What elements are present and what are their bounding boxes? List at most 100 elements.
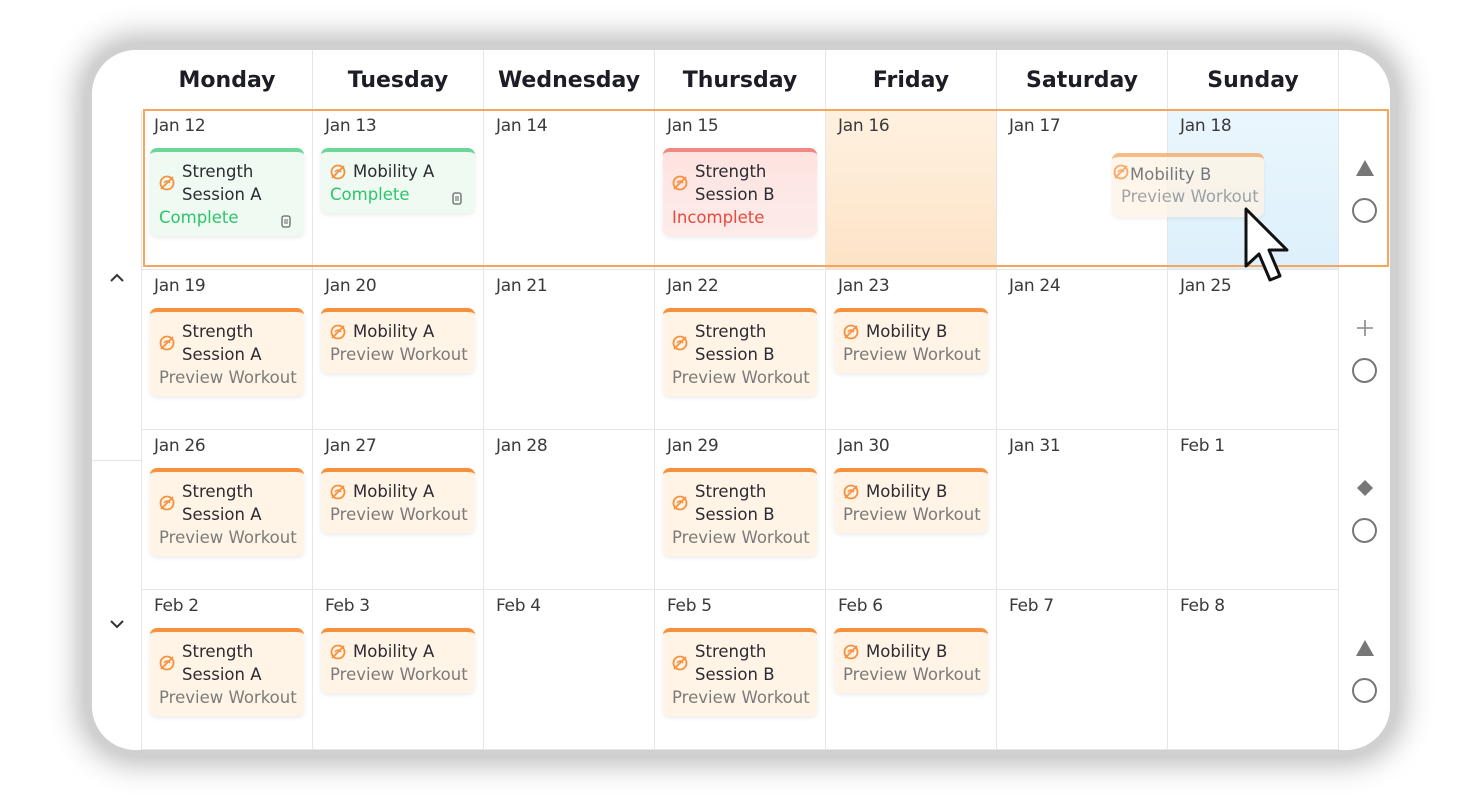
workout-icon [840, 641, 862, 663]
day-cell[interactable]: Feb 4 [484, 590, 655, 750]
day-cell[interactable]: Jan 30 Mobility B Preview Workout [826, 430, 997, 590]
week-marker-2[interactable] [1340, 270, 1390, 430]
day-cell[interactable]: Jan 16 [826, 110, 997, 270]
day-cell[interactable]: Jan 19 Strength Session A Preview Workout [142, 270, 313, 430]
day-cell[interactable]: Jan 29 Strength Session B Preview Workout [655, 430, 826, 590]
day-cell[interactable]: Feb 8 [1168, 590, 1339, 750]
trash-icon[interactable] [451, 190, 463, 205]
workout-card[interactable]: Strength Session B Preview Workout [663, 308, 817, 396]
workout-card[interactable]: Strength Session A Complete [150, 148, 304, 236]
workout-card[interactable]: Mobility A Preview Workout [321, 628, 475, 693]
day-cell[interactable]: Jan 26 Strength Session A Preview Workout [142, 430, 313, 590]
date-label: Jan 24 [1009, 276, 1061, 296]
date-label: Jan 15 [667, 116, 719, 136]
day-cell[interactable]: Feb 7 [997, 590, 1168, 750]
plus-icon [1353, 316, 1377, 340]
workout-title: Mobility A [353, 482, 435, 501]
day-cell[interactable]: Feb 2 Strength Session A Preview Workout [142, 590, 313, 750]
workout-icon [156, 172, 178, 194]
workout-status[interactable]: Preview Workout [150, 526, 304, 549]
workout-status[interactable]: Preview Workout [834, 503, 988, 526]
workout-icon [327, 321, 349, 343]
week-marker-4[interactable] [1340, 590, 1390, 750]
workout-title: Strength Session A [182, 322, 262, 364]
day-cell[interactable]: Jan 24 [997, 270, 1168, 430]
workout-status[interactable]: Preview Workout [150, 366, 304, 389]
date-label: Jan 28 [496, 436, 548, 456]
workout-title: Mobility B [866, 482, 948, 501]
workout-card[interactable]: Strength Session A Preview Workout [150, 628, 304, 716]
workout-icon [840, 481, 862, 503]
workout-card[interactable]: Mobility A Preview Workout [321, 468, 475, 533]
chevron-down-icon[interactable] [105, 612, 129, 636]
circle-toggle[interactable] [1352, 358, 1377, 383]
workout-card[interactable]: Mobility A Complete [321, 148, 475, 213]
day-header-saturday: Saturday [997, 50, 1168, 110]
week-nav-column [92, 110, 142, 750]
workout-status[interactable]: Preview Workout [834, 663, 988, 686]
date-label: Jan 25 [1180, 276, 1232, 296]
date-label: Feb 5 [667, 596, 712, 616]
day-cell[interactable]: Jan 15 Strength Session B Incomplete [655, 110, 826, 270]
day-cell[interactable]: Jan 20 Mobility A Preview Workout [313, 270, 484, 430]
day-cell[interactable]: Feb 3 Mobility A Preview Workout [313, 590, 484, 750]
workout-icon [669, 652, 691, 674]
workout-status[interactable]: Preview Workout [663, 526, 817, 549]
workout-card[interactable]: Mobility B Preview Workout [834, 628, 988, 693]
date-label: Jan 22 [667, 276, 719, 296]
day-header-sunday: Sunday [1168, 50, 1339, 110]
chevron-up-icon[interactable] [105, 266, 129, 290]
date-label: Jan 20 [325, 276, 377, 296]
day-cell[interactable]: Jan 28 [484, 430, 655, 590]
workout-card[interactable]: Mobility B Preview Workout [834, 308, 988, 373]
mouse-cursor-icon [1244, 207, 1289, 282]
circle-toggle[interactable] [1352, 678, 1377, 703]
date-label: Jan 23 [838, 276, 890, 296]
workout-title: Mobility B [866, 322, 948, 341]
week-marker-3[interactable] [1340, 430, 1390, 590]
workout-card[interactable]: Strength Session B Incomplete [663, 148, 817, 236]
day-cell[interactable]: Jan 23 Mobility B Preview Workout [826, 270, 997, 430]
workout-icon [840, 321, 862, 343]
workout-card[interactable]: Strength Session B Preview Workout [663, 468, 817, 556]
date-label: Jan 21 [496, 276, 548, 296]
trash-icon[interactable] [280, 213, 292, 228]
day-header-tuesday: Tuesday [313, 50, 484, 110]
day-header-thursday: Thursday [655, 50, 826, 110]
workout-status[interactable]: Preview Workout [321, 343, 475, 366]
workout-title: Mobility A [353, 642, 435, 661]
workout-card[interactable]: Strength Session A Preview Workout [150, 468, 304, 556]
diamond-icon [1353, 476, 1377, 500]
circle-toggle[interactable] [1352, 518, 1377, 543]
triangle-icon [1353, 636, 1377, 660]
workout-status[interactable]: Preview Workout [663, 366, 817, 389]
workout-card[interactable]: Mobility A Preview Workout [321, 308, 475, 373]
day-cell[interactable]: Jan 31 [997, 430, 1168, 590]
workout-card[interactable]: Strength Session A Preview Workout [150, 308, 304, 396]
drag-ghost-card[interactable]: Mobility B Preview Workout [1112, 153, 1264, 217]
day-cell[interactable]: Jan 13 Mobility A Complete [313, 110, 484, 270]
circle-toggle[interactable] [1352, 198, 1377, 223]
day-cell[interactable]: Jan 22 Strength Session B Preview Workout [655, 270, 826, 430]
day-cell[interactable]: Jan 27 Mobility A Preview Workout [313, 430, 484, 590]
week-marker-1[interactable] [1340, 110, 1390, 270]
workout-card[interactable]: Strength Session B Preview Workout [663, 628, 817, 716]
workout-status[interactable]: Preview Workout [321, 663, 475, 686]
date-label: Jan 27 [325, 436, 377, 456]
day-cell[interactable]: Feb 5 Strength Session B Preview Workout [655, 590, 826, 750]
workout-status[interactable]: Preview Workout [321, 503, 475, 526]
day-cell[interactable]: Jan 12 Strength Session A Complete [142, 110, 313, 270]
workout-status[interactable]: Preview Workout [834, 343, 988, 366]
day-cell[interactable]: Jan 14 [484, 110, 655, 270]
day-cell[interactable]: Feb 1 [1168, 430, 1339, 590]
workout-status[interactable]: Preview Workout [150, 686, 304, 709]
workout-title: Strength Session A [182, 162, 262, 204]
weekday-header: Monday Tuesday Wednesday Thursday Friday… [142, 50, 1340, 110]
week-markers-column [1340, 110, 1390, 750]
workout-icon [156, 652, 178, 674]
day-cell[interactable]: Jan 21 [484, 270, 655, 430]
day-cell[interactable]: Feb 6 Mobility B Preview Workout [826, 590, 997, 750]
workout-card[interactable]: Mobility B Preview Workout [834, 468, 988, 533]
date-label: Feb 4 [496, 596, 541, 616]
workout-status[interactable]: Preview Workout [663, 686, 817, 709]
